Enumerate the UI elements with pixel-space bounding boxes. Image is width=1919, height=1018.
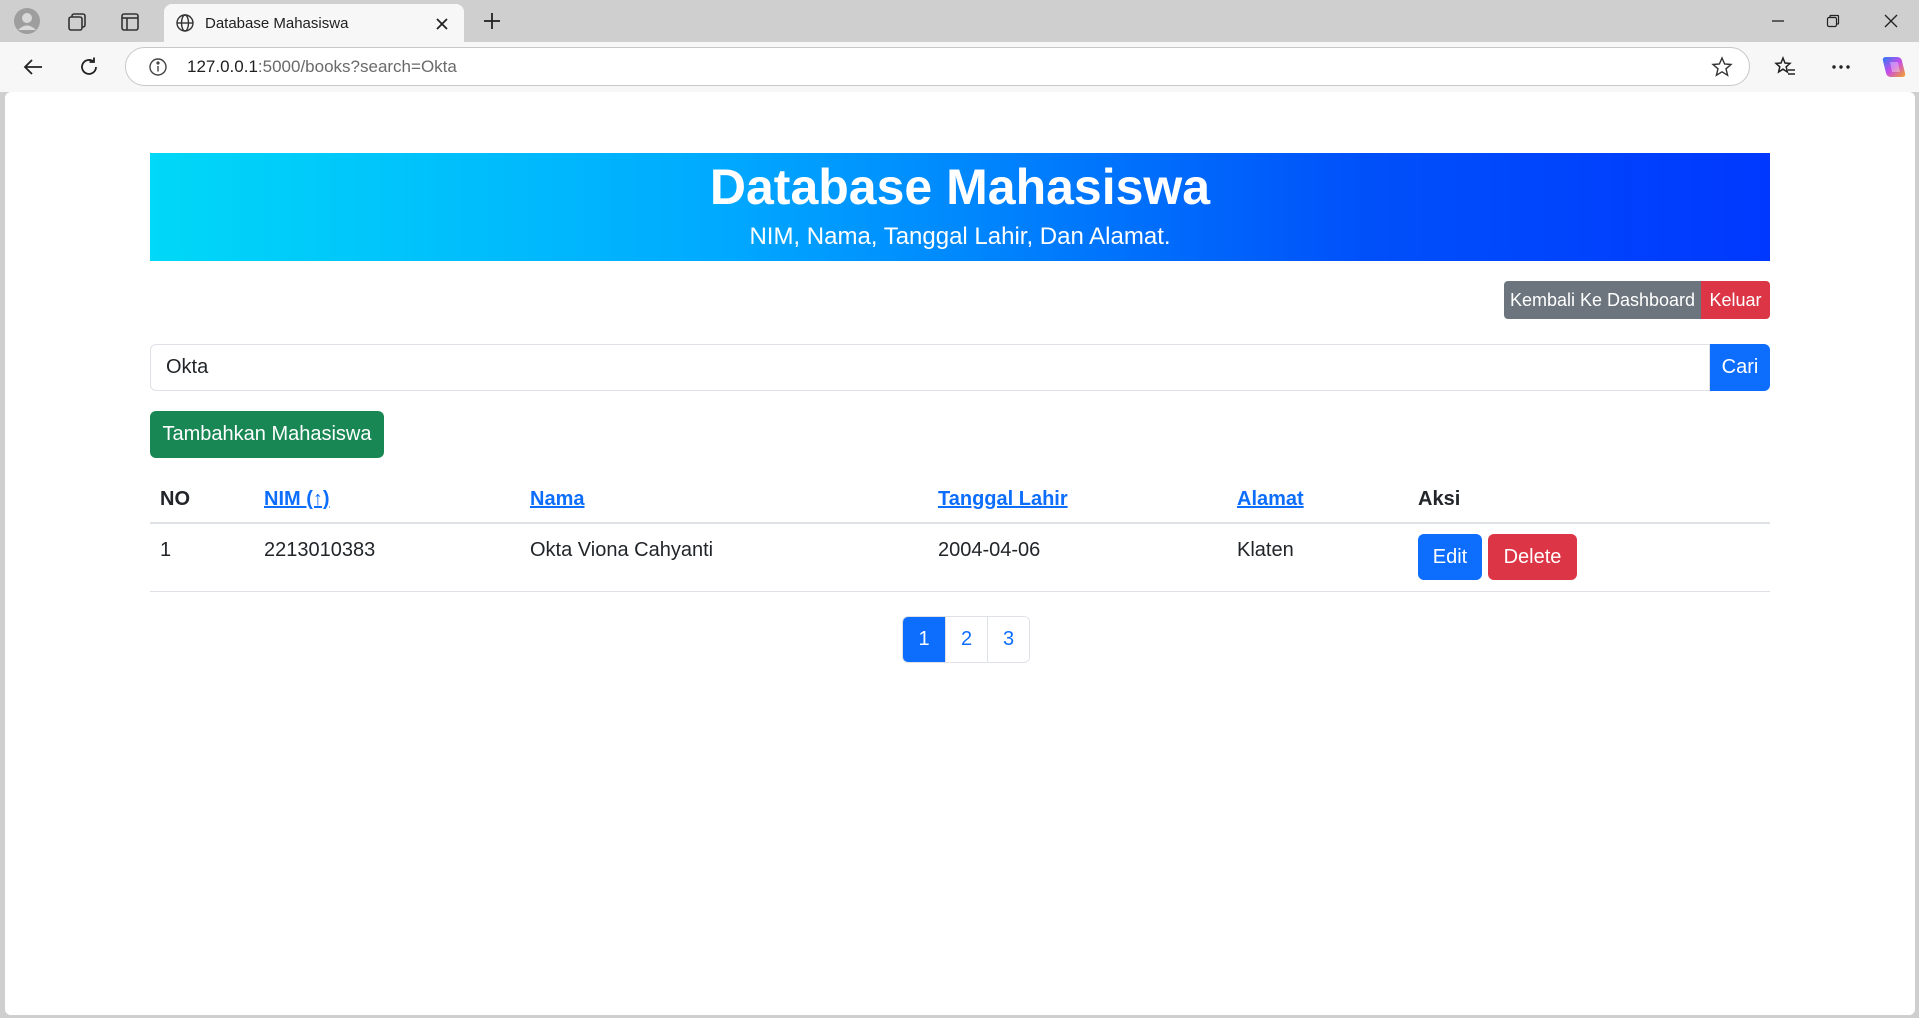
add-student-button[interactable]: Tambahkan Mahasiswa bbox=[150, 411, 384, 458]
pagination: 1 2 3 bbox=[902, 616, 1030, 663]
reload-icon[interactable] bbox=[76, 54, 102, 80]
sort-alamat-link[interactable]: Alamat bbox=[1237, 488, 1304, 511]
sort-nama-link[interactable]: Nama bbox=[530, 488, 584, 511]
search-input[interactable] bbox=[150, 344, 1710, 391]
copilot-icon[interactable] bbox=[1880, 53, 1908, 81]
minimize-icon[interactable] bbox=[1766, 10, 1790, 32]
browser-tab-active[interactable]: Database Mahasiswa bbox=[164, 4, 464, 42]
url-input[interactable]: 127.0.0.1:5000/books?search=Okta bbox=[125, 47, 1750, 86]
back-icon[interactable] bbox=[20, 54, 46, 80]
tab-title: Database Mahasiswa bbox=[205, 15, 349, 32]
edit-button[interactable]: Edit bbox=[1418, 534, 1482, 580]
back-to-dashboard-button[interactable]: Kembali Ke Dashboard bbox=[1504, 281, 1701, 319]
search-button[interactable]: Cari bbox=[1710, 344, 1770, 391]
table-header-row: NO NIM (↑) Nama Tanggal Lahir Alamat Aks… bbox=[150, 476, 1770, 524]
page-link-1[interactable]: 1 bbox=[903, 617, 945, 662]
cell-tanggal-lahir: 2004-04-06 bbox=[938, 539, 1041, 561]
url-text: 127.0.0.1:5000/books?search=Okta bbox=[187, 57, 457, 77]
page-link-2[interactable]: 2 bbox=[945, 617, 987, 662]
url-host: 127.0.0.1 bbox=[187, 57, 258, 76]
header-aksi: Aksi bbox=[1418, 488, 1461, 510]
students-table: NO NIM (↑) Nama Tanggal Lahir Alamat Aks… bbox=[150, 476, 1770, 592]
address-bar-row: 127.0.0.1:5000/books?search=Okta bbox=[0, 42, 1919, 92]
url-path: :5000/books?search=Okta bbox=[257, 57, 457, 76]
page-viewport: Database Mahasiswa NIM, Nama, Tanggal La… bbox=[5, 92, 1915, 1015]
close-icon[interactable] bbox=[432, 14, 452, 34]
logout-button[interactable]: Keluar bbox=[1701, 281, 1770, 319]
window-close-icon[interactable] bbox=[1879, 10, 1903, 32]
cell-nama: Okta Viona Cahyanti bbox=[530, 539, 714, 561]
browser-tab-bar: Database Mahasiswa bbox=[0, 0, 1919, 42]
cell-nim: 2213010383 bbox=[264, 539, 376, 561]
page-subtitle: NIM, Nama, Tanggal Lahir, Dan Alamat. bbox=[749, 223, 1171, 250]
cell-no: 1 bbox=[160, 539, 172, 561]
page-title: Database Mahasiswa bbox=[709, 159, 1211, 215]
favorite-star-icon[interactable] bbox=[1710, 55, 1734, 79]
sort-tanggal-lahir-link[interactable]: Tanggal Lahir bbox=[938, 488, 1068, 511]
sort-nim-link[interactable]: NIM (↑) bbox=[264, 488, 330, 511]
page-link-3[interactable]: 3 bbox=[987, 617, 1029, 662]
page-header-banner: Database Mahasiswa NIM, Nama, Tanggal La… bbox=[150, 153, 1770, 261]
table-row: 1 2213010383 Okta Viona Cahyanti 2004-04… bbox=[150, 524, 1770, 592]
globe-icon bbox=[175, 13, 195, 33]
more-icon[interactable] bbox=[1828, 54, 1854, 80]
header-no: NO bbox=[160, 488, 190, 510]
cell-alamat: Klaten bbox=[1237, 539, 1294, 561]
site-info-icon[interactable] bbox=[147, 56, 169, 78]
new-tab-icon[interactable] bbox=[480, 9, 504, 33]
favorites-icon[interactable] bbox=[1772, 54, 1798, 80]
delete-button[interactable]: Delete bbox=[1488, 534, 1577, 580]
profile-icon[interactable] bbox=[12, 6, 42, 36]
collections-icon[interactable] bbox=[64, 9, 90, 35]
tab-actions-icon[interactable] bbox=[117, 9, 143, 35]
restore-icon[interactable] bbox=[1821, 10, 1845, 32]
